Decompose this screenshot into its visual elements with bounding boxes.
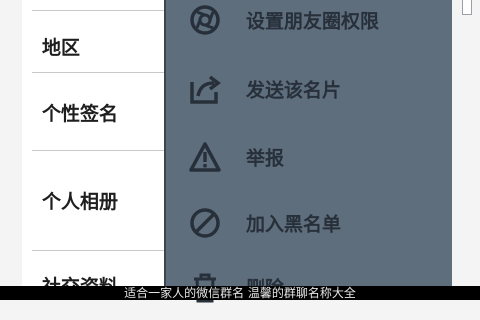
menu-item-label: 举报 <box>246 147 285 170</box>
background-right-margin <box>452 0 480 300</box>
block-icon <box>188 206 222 240</box>
share-card-icon <box>188 72 222 106</box>
row-divider <box>32 250 164 251</box>
menu-item-label: 设置朋友圈权限 <box>246 10 380 33</box>
profile-row-signature[interactable]: 个性签名 <box>42 99 118 126</box>
scroll-indicator <box>462 0 472 15</box>
menu-item-block[interactable]: 加入黑名单 <box>166 190 452 256</box>
menu-item-report[interactable]: 举报 <box>166 124 452 190</box>
row-divider <box>32 10 164 11</box>
row-divider <box>32 150 164 151</box>
profile-row-album[interactable]: 个人相册 <box>42 187 118 214</box>
profile-row-region[interactable]: 地区 <box>42 33 80 60</box>
background-left-margin <box>0 0 22 300</box>
profile-more-menu: 设置朋友圈权限 发送该名片 举报 加入黑名单 <box>164 0 452 303</box>
menu-item-label: 发送该名片 <box>246 79 342 102</box>
caption-bar: 适合一家人的微信群名 温馨的群聊名称大全 <box>0 286 480 300</box>
warning-icon <box>188 140 222 174</box>
row-divider <box>32 72 164 73</box>
menu-item-moments-permission[interactable]: 设置朋友圈权限 <box>166 0 452 53</box>
moments-permission-icon <box>188 3 222 37</box>
menu-item-label: 加入黑名单 <box>246 213 342 236</box>
profile-detail-list: 地区 个性签名 个人相册 社交资料 <box>22 0 164 300</box>
menu-item-send-card[interactable]: 发送该名片 <box>166 56 452 122</box>
